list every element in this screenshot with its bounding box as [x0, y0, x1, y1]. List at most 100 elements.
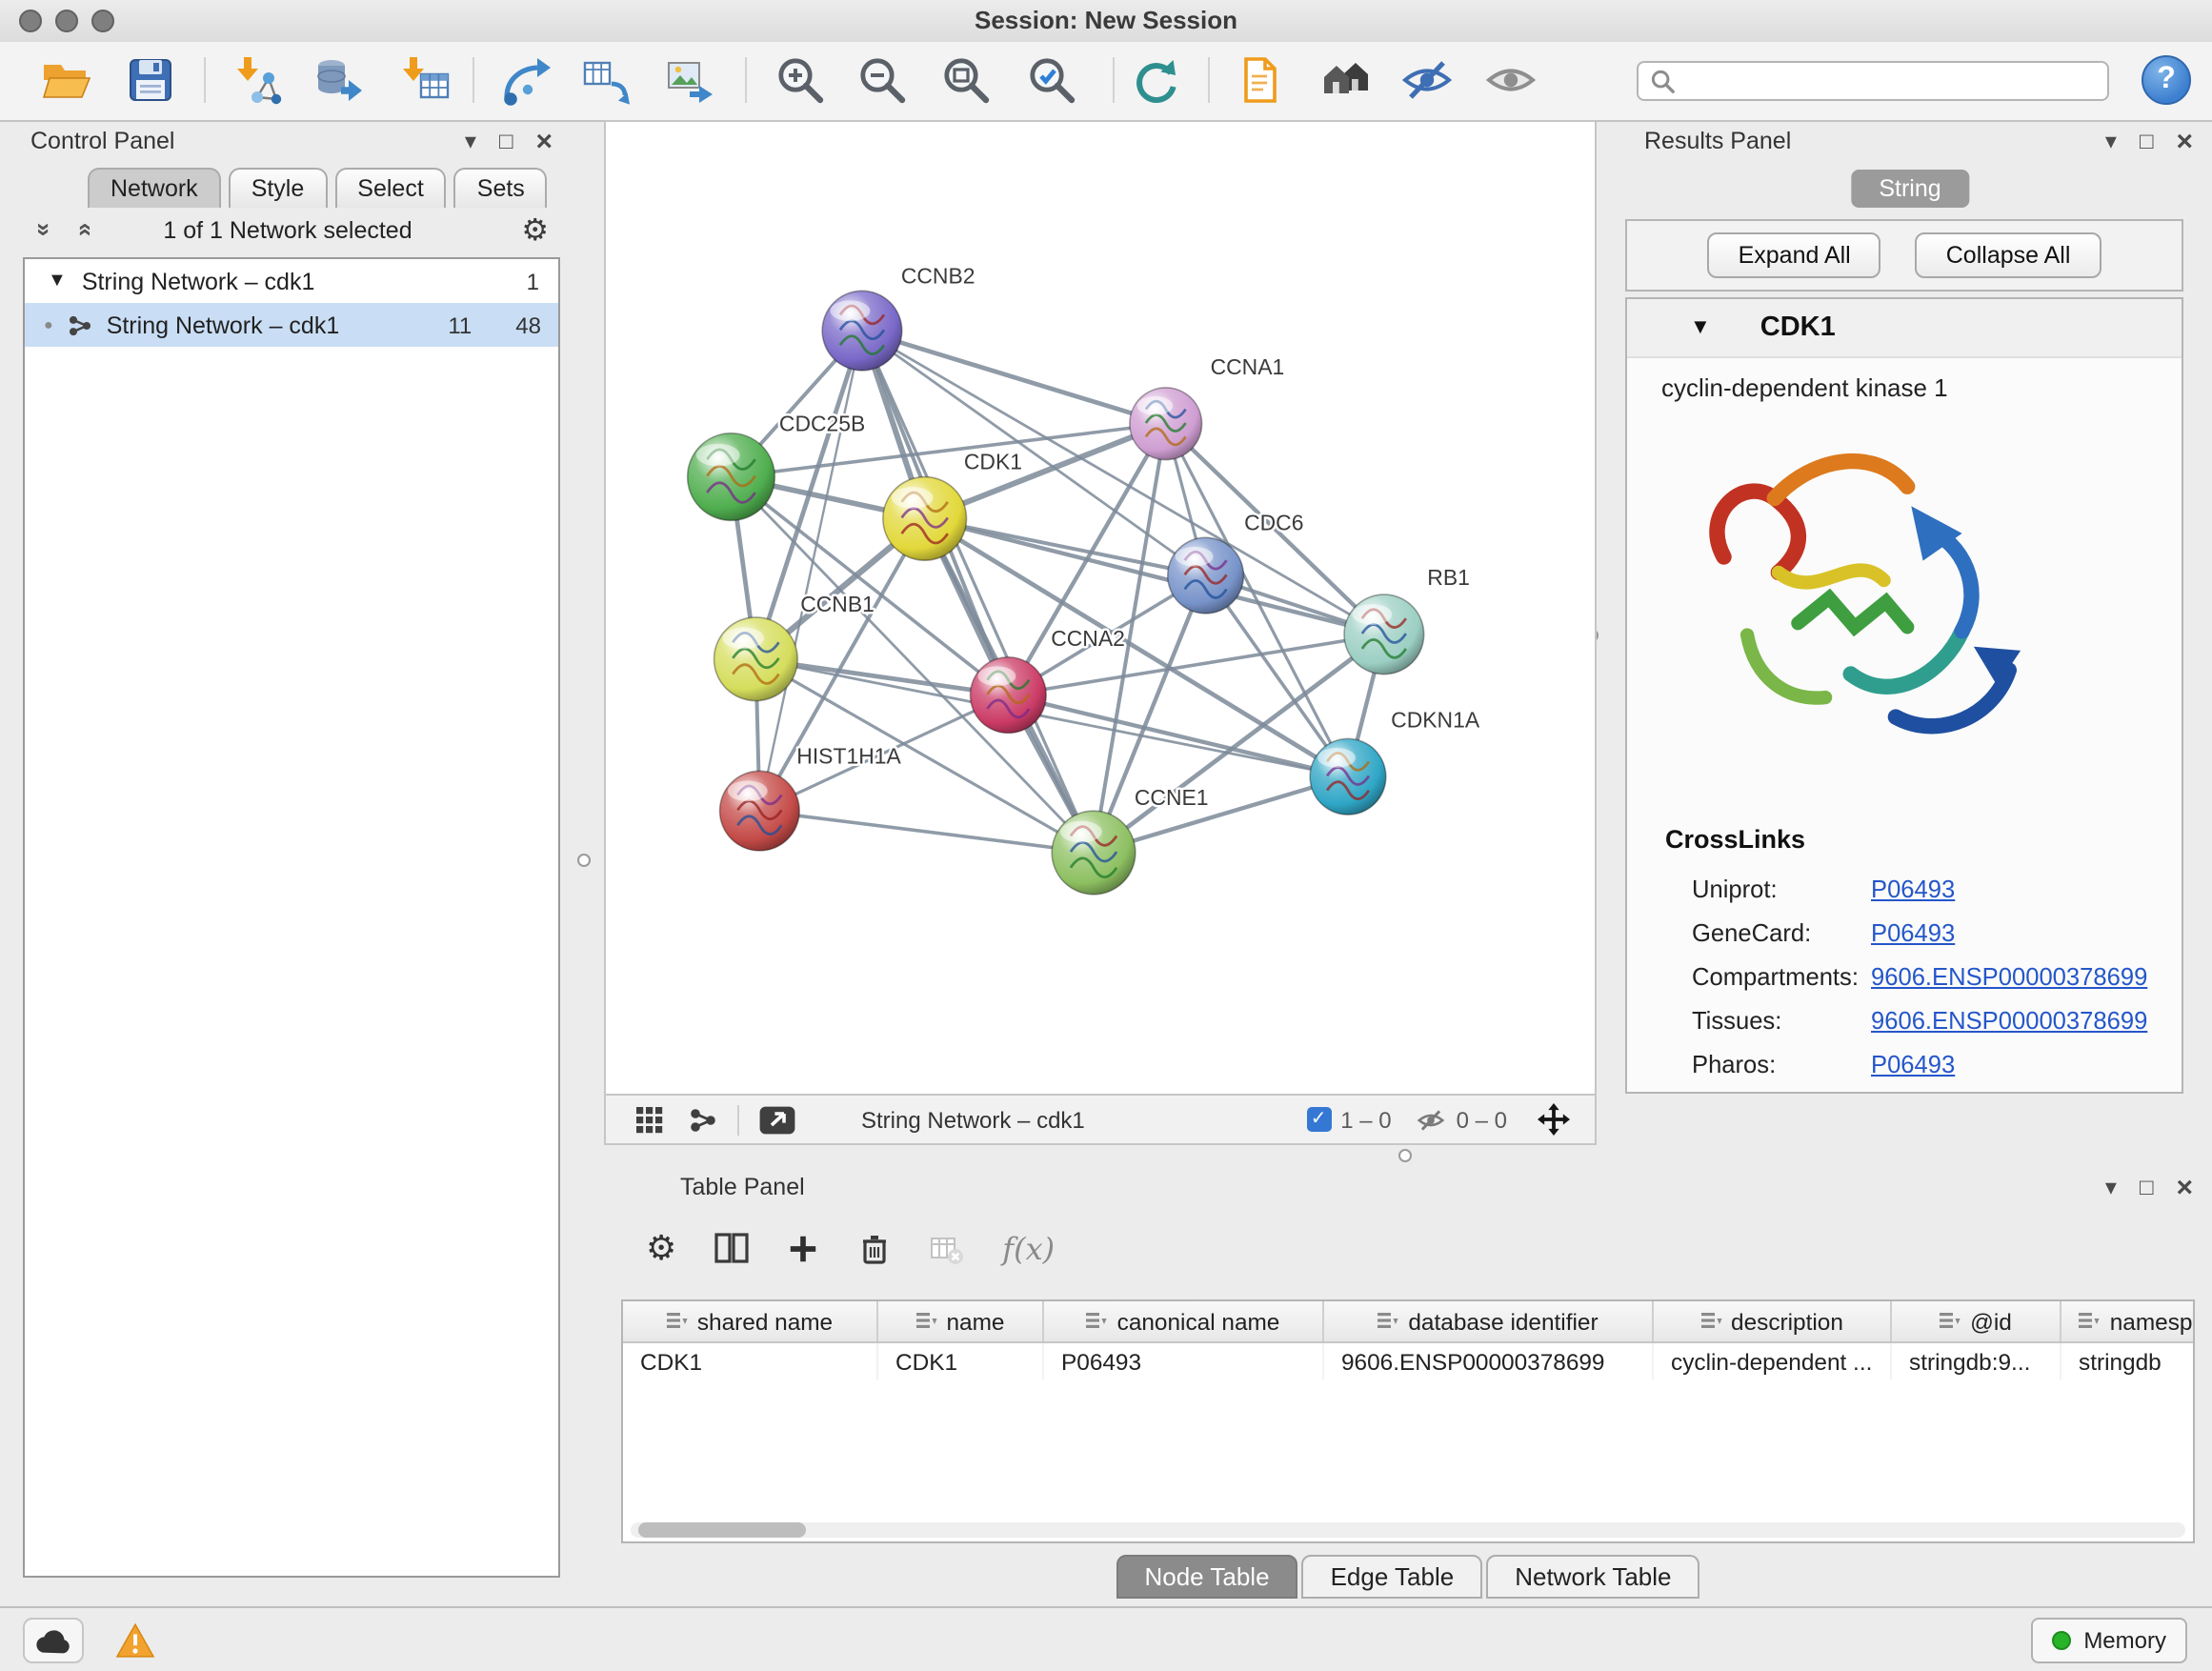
column-header-namespac[interactable]: namespac [2061, 1301, 2195, 1342]
network-node-HIST1H1A[interactable] [720, 771, 800, 851]
export-network-button[interactable] [577, 51, 634, 109]
network-node-CDC25B[interactable] [688, 433, 775, 521]
table-cell[interactable]: 9606.ENSP00000378699 [1323, 1342, 1653, 1379]
apply-layout-button[interactable] [1126, 51, 1183, 109]
edge-CCNB2-CCNA1[interactable] [862, 331, 1166, 424]
control-panel-tab-sets[interactable]: Sets [454, 168, 548, 208]
show-graphics-details-button[interactable] [1482, 51, 1539, 109]
memory-status-button[interactable]: Memory [2030, 1618, 2187, 1663]
collapse-all-button[interactable]: Collapse All [1916, 232, 2101, 278]
help-button[interactable]: ? [2138, 51, 2195, 109]
network-node-CDC6[interactable] [1168, 537, 1244, 614]
network-node-CDK1[interactable] [883, 477, 967, 561]
close-panel-icon[interactable]: × [2176, 1173, 2193, 1201]
network-node-CCNA2[interactable] [971, 657, 1047, 734]
results-tab-string[interactable]: String [1850, 170, 1969, 208]
crosslink-value-link[interactable]: P06493 [1871, 1050, 1955, 1078]
birds-eye-view-button[interactable] [1317, 51, 1374, 109]
network-overview-button[interactable] [688, 1104, 718, 1135]
add-column-button[interactable] [787, 1232, 819, 1264]
expand-all-button[interactable]: Expand All [1708, 232, 1881, 278]
edge-CCNB2-HIST1H1A[interactable] [759, 331, 862, 811]
network-view-canvas[interactable]: CCNB2CCNA1CDC25BCDK1CDC6RB1CCNB1CCNA2CDK… [604, 120, 1597, 1096]
table-cell[interactable]: CDK1 [877, 1342, 1043, 1379]
export-image-button[interactable] [661, 51, 718, 109]
table-cell[interactable]: stringdb:9... [1891, 1342, 2061, 1379]
panel-menu-icon[interactable]: ▾ [465, 130, 476, 152]
column-header-shared-name[interactable]: shared name [623, 1301, 877, 1342]
column-header-@id[interactable]: @id [1891, 1301, 2061, 1342]
save-session-button[interactable] [122, 51, 179, 109]
protein-card-header[interactable]: ▼ CDK1 [1627, 299, 2182, 358]
crosslink-value-link[interactable]: 9606.ENSP00000378699 [1871, 962, 2147, 991]
edge-HIST1H1A-CCNE1[interactable] [759, 811, 1094, 853]
panel-menu-icon[interactable]: ▾ [2105, 1176, 2117, 1198]
close-panel-icon[interactable]: × [2176, 127, 2193, 155]
crosslink-value-link[interactable]: P06493 [1871, 918, 1955, 947]
crosslink-value-link[interactable]: 9606.ENSP00000378699 [1871, 1006, 2147, 1035]
table-horizontal-scrollbar[interactable] [631, 1522, 2185, 1538]
network-graph[interactable]: CCNB2CCNA1CDC25BCDK1CDC6RB1CCNB1CCNA2CDK… [606, 122, 1595, 1094]
table-tab-edge-table[interactable]: Edge Table [1302, 1555, 1483, 1599]
zoom-in-button[interactable] [772, 51, 829, 109]
zoom-fit-button[interactable] [937, 51, 995, 109]
column-header-canonical-name[interactable]: canonical name [1043, 1301, 1323, 1342]
table-tab-node-table[interactable]: Node Table [1116, 1555, 1297, 1599]
table-tab-network-table[interactable]: Network Table [1486, 1555, 1699, 1599]
grid-view-button[interactable] [636, 1106, 663, 1133]
column-header-description[interactable]: description [1653, 1301, 1891, 1342]
network-node-CDKN1A[interactable] [1310, 738, 1386, 815]
zoom-selected-button[interactable] [1023, 51, 1080, 109]
float-panel-icon[interactable]: □ [2140, 1176, 2154, 1198]
horizontal-splitter-handle[interactable] [1398, 1149, 1412, 1162]
column-header-database-identifier[interactable]: database identifier [1323, 1301, 1653, 1342]
hide-graphics-details-button[interactable] [1398, 51, 1456, 109]
table-cell[interactable]: CDK1 [623, 1342, 877, 1379]
selected-indicator-checkbox[interactable]: ✓ [1306, 1107, 1331, 1132]
show-columns-button[interactable] [714, 1231, 749, 1265]
cloud-sync-button[interactable] [23, 1618, 84, 1663]
import-network-database-button[interactable] [311, 51, 368, 109]
control-panel-tab-network[interactable]: Network [88, 168, 221, 208]
tree-expand-icon[interactable]: ▼ [48, 271, 67, 292]
function-builder-button[interactable]: f(x) [1002, 1230, 1055, 1266]
pan-mode-button[interactable] [1538, 1103, 1570, 1136]
new-network-button[interactable] [495, 51, 553, 109]
table-options-gear-icon[interactable]: ⚙ [646, 1231, 676, 1265]
control-panel-tab-select[interactable]: Select [334, 168, 447, 208]
vertical-splitter-handle[interactable] [577, 854, 591, 867]
import-table-button[interactable] [396, 51, 453, 109]
network-node-CCNE1[interactable] [1052, 811, 1136, 895]
network-node-CCNB2[interactable] [822, 291, 902, 371]
network-node-CCNB1[interactable] [714, 617, 798, 701]
annotations-button[interactable] [1231, 51, 1288, 109]
float-panel-icon[interactable]: □ [499, 130, 513, 152]
detach-view-button[interactable] [758, 1104, 796, 1135]
control-panel-tab-style[interactable]: Style [229, 168, 328, 208]
hidden-indicator-button[interactable] [1417, 1104, 1447, 1135]
network-node-CCNA1[interactable] [1130, 388, 1202, 460]
network-node-RB1[interactable] [1344, 594, 1424, 674]
table-cell[interactable]: stringdb [2061, 1342, 2195, 1379]
network-row-selected[interactable]: ● String Network – cdk1 11 48 [25, 303, 558, 347]
panel-menu-icon[interactable]: ▾ [2105, 130, 2117, 152]
collapse-card-icon[interactable]: ▼ [1690, 316, 1711, 339]
import-network-file-button[interactable] [229, 51, 286, 109]
delete-column-button[interactable] [857, 1231, 892, 1265]
open-session-button[interactable] [38, 51, 95, 109]
crosslink-value-link[interactable]: P06493 [1871, 875, 1955, 903]
network-options-gear-icon[interactable]: ⚙ [521, 211, 549, 250]
table-cell[interactable]: cyclin-dependent ... [1653, 1342, 1891, 1379]
table-row[interactable]: CDK1CDK1P064939606.ENSP00000378699cyclin… [623, 1342, 2195, 1379]
edge-CDK1-RB1[interactable] [925, 518, 1384, 634]
zoom-out-button[interactable] [854, 51, 911, 109]
network-collection-row[interactable]: ▼ String Network – cdk1 1 [25, 259, 558, 303]
scrollbar-thumb[interactable] [638, 1522, 806, 1538]
table-cell[interactable]: P06493 [1043, 1342, 1323, 1379]
warnings-button[interactable] [107, 1618, 164, 1663]
column-header-name[interactable]: name [877, 1301, 1043, 1342]
float-panel-icon[interactable]: □ [2140, 130, 2154, 152]
close-panel-icon[interactable]: × [535, 127, 553, 155]
edge-CCNB2-CCNE1[interactable] [862, 331, 1094, 853]
search-input[interactable] [1682, 63, 2107, 99]
